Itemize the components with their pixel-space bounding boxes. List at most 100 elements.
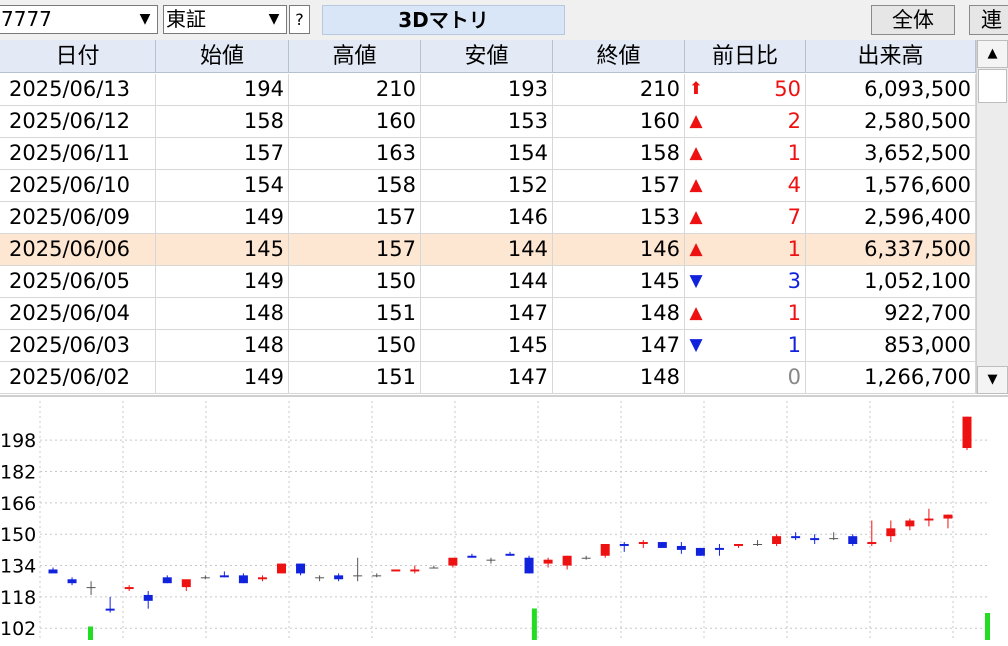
y-tick-label: 134 — [0, 556, 36, 578]
table-row[interactable]: 2025/06/10 154 158 152 157 4 1,576,600 ▲ — [0, 170, 976, 202]
cell-high: 163 — [289, 138, 421, 169]
cell-high: 160 — [289, 106, 421, 137]
cell-date: 2025/06/05 — [0, 266, 156, 297]
candle-body — [867, 542, 877, 545]
candle-body — [753, 544, 763, 546]
column-header-high[interactable]: 高値 — [289, 40, 421, 73]
cell-low: 144 — [421, 234, 553, 265]
cell-date: 2025/06/02 — [0, 362, 156, 393]
candle-body — [162, 577, 172, 584]
up-triangle-icon: ▲ — [689, 111, 703, 131]
column-header-change[interactable]: 前日比 — [685, 40, 806, 73]
cell-high: 150 — [289, 330, 421, 361]
candle-body — [105, 608, 115, 611]
cell-volume: 6,337,500 — [806, 234, 976, 265]
candle-body — [257, 577, 267, 580]
cell-volume: 853,000 — [806, 330, 976, 361]
cell-open: 148 — [156, 298, 289, 329]
cell-date: 2025/06/03 — [0, 330, 156, 361]
cell-volume: 2,580,500 — [806, 106, 976, 137]
cell-volume: 1,266,700 — [806, 362, 976, 393]
cell-close: 147 — [553, 330, 685, 361]
candle-body — [791, 536, 801, 539]
cell-date: 2025/06/10 — [0, 170, 156, 201]
table-row[interactable]: 2025/06/09 149 157 146 153 7 2,596,400 ▲ — [0, 202, 976, 234]
cell-close: 148 — [553, 362, 685, 393]
cell-high: 151 — [289, 362, 421, 393]
cell-low: 152 — [421, 170, 553, 201]
candle-body — [714, 547, 724, 550]
candle-body — [277, 563, 286, 574]
candle-body — [943, 514, 953, 519]
cell-date: 2025/06/06 — [0, 234, 156, 265]
cell-close: 153 — [553, 202, 685, 233]
chevron-down-icon[interactable]: ▼ — [262, 6, 286, 33]
candle-body — [219, 575, 229, 578]
y-tick-label: 118 — [0, 587, 36, 609]
cell-close: 210 — [553, 74, 685, 105]
cell-volume: 922,700 — [806, 298, 976, 329]
column-header-low[interactable]: 安値 — [421, 40, 553, 73]
cell-close: 146 — [553, 234, 685, 265]
help-button[interactable]: ? — [289, 5, 310, 34]
volume-bar — [985, 613, 990, 640]
cell-low: 144 — [421, 266, 553, 297]
table-row[interactable]: 2025/06/13 194 210 193 210 50 6,093,500 ⬆ — [0, 74, 976, 106]
cell-date: 2025/06/12 — [0, 106, 156, 137]
market-combo[interactable]: 東証 ▼ — [163, 5, 287, 34]
chart-canvas: 198 182 166 150 134 118 102 — [0, 401, 990, 640]
table-row[interactable]: 2025/06/06 145 157 144 146 1 6,337,500 ▲ — [0, 234, 976, 266]
scroll-thumb[interactable] — [978, 69, 1007, 103]
table-row[interactable]: 2025/06/03 148 150 145 147 1 853,000 ▼ — [0, 330, 976, 362]
cell-low: 193 — [421, 74, 553, 105]
candle-body — [315, 577, 325, 579]
column-header-close[interactable]: 終値 — [553, 40, 685, 73]
link-button[interactable]: 連 — [969, 5, 1008, 35]
stock-code-combo[interactable]: 7777 ▼ — [0, 5, 158, 34]
cell-open: 148 — [156, 330, 289, 361]
scroll-down-icon[interactable]: ▼ — [977, 366, 1008, 394]
cell-volume: 3,652,500 — [806, 138, 976, 169]
table-row[interactable]: 2025/06/12 158 160 153 160 2 2,580,500 ▲ — [0, 106, 976, 138]
chevron-down-icon[interactable]: ▼ — [133, 6, 157, 33]
candle-body — [86, 587, 96, 589]
volume-bar — [88, 626, 93, 640]
candle-body — [638, 542, 648, 545]
up-triangle-icon: ▲ — [689, 303, 703, 323]
y-tick-label: 182 — [0, 462, 36, 484]
vertical-scrollbar[interactable]: ▲ ▼ — [976, 40, 1008, 394]
column-header-open[interactable]: 始値 — [156, 40, 289, 73]
candle-body — [810, 538, 820, 541]
table-row[interactable]: 2025/06/02 149 151 147 148 0 1,266,700 — [0, 362, 976, 394]
candle-body — [391, 569, 401, 572]
up-triangle-icon: ▲ — [689, 239, 703, 259]
table-row[interactable]: 2025/06/04 148 151 147 148 1 922,700 ▲ — [0, 298, 976, 330]
candle-body — [143, 594, 153, 601]
column-header-date[interactable]: 日付 — [0, 40, 156, 73]
cell-open: 149 — [156, 266, 289, 297]
cell-open: 145 — [156, 234, 289, 265]
cell-date: 2025/06/09 — [0, 202, 156, 233]
candle-body — [562, 555, 572, 566]
cell-volume: 1,052,100 — [806, 266, 976, 297]
table-row[interactable]: 2025/06/11 157 163 154 158 1 3,652,500 ▲ — [0, 138, 976, 170]
up-triangle-icon: ▲ — [689, 175, 703, 195]
candle-body — [657, 542, 667, 548]
cell-low: 147 — [421, 362, 553, 393]
candle-body — [543, 559, 553, 564]
all-button[interactable]: 全体 — [871, 5, 955, 35]
candle-body — [238, 575, 248, 584]
candle-body — [505, 553, 515, 556]
candle-body — [676, 545, 686, 550]
table-row[interactable]: 2025/06/05 149 150 144 145 3 1,052,100 ▼ — [0, 266, 976, 298]
candle-body — [886, 528, 896, 537]
y-tick-label: 198 — [0, 430, 36, 452]
cell-close: 148 — [553, 298, 685, 329]
candle-body — [772, 536, 782, 545]
column-header-volume[interactable]: 出来高 — [806, 40, 976, 73]
scroll-up-icon[interactable]: ▲ — [977, 40, 1008, 68]
candle-body — [200, 577, 210, 579]
candle-body — [600, 544, 610, 556]
cell-date: 2025/06/04 — [0, 298, 156, 329]
candle-body — [429, 567, 439, 569]
